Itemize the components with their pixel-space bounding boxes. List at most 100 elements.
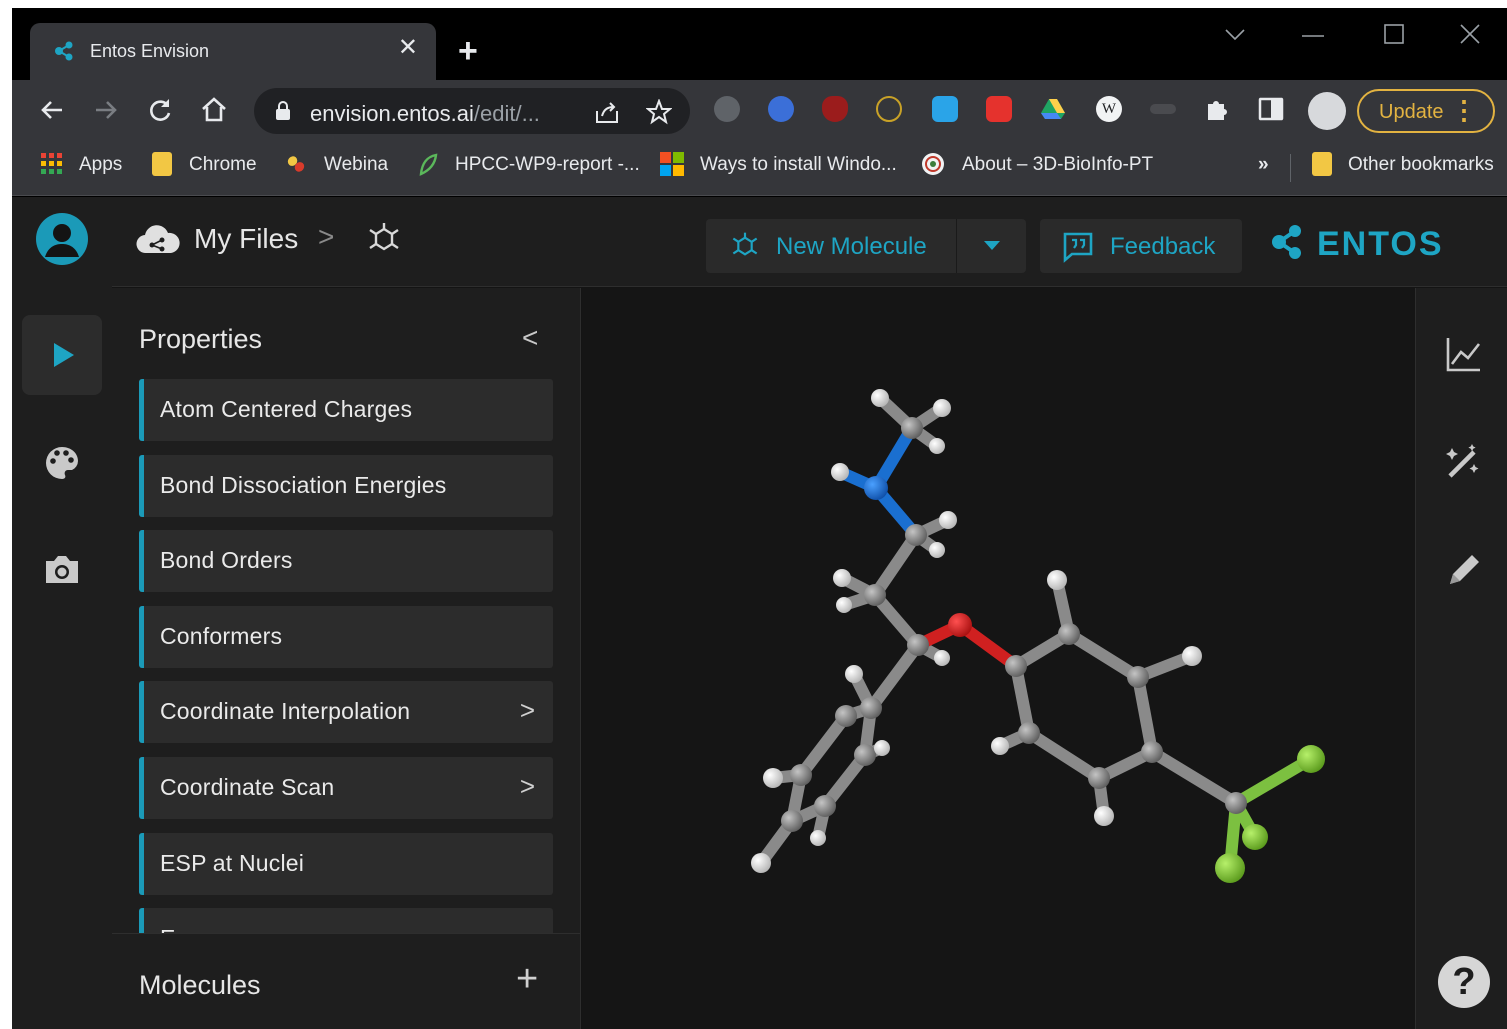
- folder-icon: [152, 152, 172, 176]
- property-label: ESP at Nuclei: [160, 849, 305, 876]
- collapse-panel-icon[interactable]: <: [522, 322, 538, 354]
- property-label: Bond Dissociation Energies: [160, 471, 447, 498]
- extension-glasses-icon[interactable]: [714, 96, 740, 122]
- tab-search-icon[interactable]: [1224, 28, 1246, 42]
- extension-window-icon[interactable]: [932, 96, 958, 122]
- property-label: E: [160, 925, 176, 933]
- wikipedia-icon[interactable]: W: [1096, 96, 1122, 122]
- update-button[interactable]: Update ⋮: [1357, 89, 1495, 133]
- property-item[interactable]: Coordinate Interpolation >: [139, 681, 553, 744]
- window-close-icon[interactable]: [1460, 24, 1480, 44]
- menu-dots-icon[interactable]: ⋮: [1451, 97, 1477, 123]
- extensions-puzzle-icon[interactable]: [1204, 96, 1230, 122]
- profile-avatar[interactable]: [1308, 92, 1346, 130]
- feedback-icon: [1063, 232, 1093, 263]
- reload-icon[interactable]: [144, 94, 176, 126]
- bookmarks-divider: [1290, 154, 1291, 182]
- bookmark-3dbioinfo[interactable]: About – 3D-BioInfo-PT: [962, 154, 1153, 176]
- magic-wand-icon[interactable]: [1444, 442, 1484, 482]
- ublock-icon[interactable]: [822, 96, 848, 122]
- property-label: Coordinate Interpolation: [160, 698, 411, 725]
- dropdown-caret-icon[interactable]: [984, 241, 1000, 250]
- add-molecule-icon[interactable]: +: [516, 960, 538, 998]
- molecule-icon[interactable]: [366, 221, 402, 257]
- property-item[interactable]: Bond Dissociation Energies: [139, 454, 553, 517]
- property-item[interactable]: Atom Centered Charges: [139, 379, 553, 441]
- bookmarks-overflow-icon[interactable]: »: [1258, 154, 1269, 176]
- properties-panel: Properties < Atom Centered Charges Bond …: [112, 288, 581, 1029]
- property-item[interactable]: Bond Orders: [139, 530, 553, 593]
- mendeley-icon[interactable]: [986, 96, 1012, 122]
- molecule-render[interactable]: [582, 288, 1415, 1029]
- help-button[interactable]: ?: [1438, 956, 1490, 1008]
- edit-pencil-icon[interactable]: [1444, 550, 1484, 590]
- property-item[interactable]: Coordinate Scan >: [139, 756, 553, 819]
- other-folder-icon: [1312, 152, 1332, 176]
- forward-icon[interactable]: [90, 94, 122, 126]
- side-panel-icon[interactable]: [1258, 96, 1284, 122]
- extension-arrows-icon[interactable]: [876, 96, 902, 122]
- snapshot-button[interactable]: [22, 531, 102, 611]
- feedback-button[interactable]: Feedback: [1040, 219, 1242, 273]
- tab-title: Entos Envision: [90, 41, 210, 61]
- appearance-button[interactable]: [22, 423, 102, 503]
- property-label: Conformers: [160, 622, 283, 649]
- entos-logo: ENTOS: [1272, 225, 1442, 263]
- tab-close-icon[interactable]: ✕: [398, 36, 418, 60]
- bookmark-hpcc[interactable]: HPCC-WP9-report -...: [455, 154, 640, 176]
- entos-favicon-icon: [55, 41, 73, 61]
- property-item[interactable]: E: [139, 908, 553, 933]
- molecule-viewer[interactable]: [582, 288, 1415, 1029]
- leaf-icon: [419, 153, 438, 176]
- site-icon: [922, 153, 944, 175]
- extension-colorful-icon[interactable]: [768, 96, 794, 122]
- feedback-label: Feedback: [1110, 233, 1216, 260]
- home-icon[interactable]: [198, 94, 230, 126]
- maximize-icon[interactable]: [1384, 24, 1404, 44]
- molecules-section: Molecules +: [112, 933, 580, 1029]
- properties-list: Atom Centered Charges Bond Dissociation …: [139, 379, 553, 933]
- tab-strip: Entos Envision ✕ +: [12, 8, 1507, 80]
- update-label: Update: [1379, 101, 1444, 123]
- run-button[interactable]: [22, 315, 102, 395]
- property-label: Bond Orders: [160, 547, 293, 574]
- breadcrumb-my-files[interactable]: My Files: [194, 223, 298, 255]
- bookmark-star-icon[interactable]: [646, 99, 672, 125]
- user-avatar[interactable]: [36, 213, 88, 265]
- entos-logo-mark: [1272, 225, 1301, 259]
- property-label: Atom Centered Charges: [160, 396, 413, 422]
- browser-window: Entos Envision ✕ + envision.entos.ai/edi…: [12, 8, 1507, 1029]
- cloud-files-icon[interactable]: [136, 223, 180, 255]
- url-path: /edit/...: [473, 101, 540, 126]
- new-tab-button[interactable]: +: [458, 34, 478, 68]
- back-icon[interactable]: [36, 94, 68, 126]
- entos-app: My Files > New Molecule Feedback ENTOS P…: [12, 197, 1507, 1029]
- molecules-title: Molecules: [139, 970, 261, 1000]
- property-item[interactable]: ESP at Nuclei: [139, 832, 553, 895]
- bookmark-other[interactable]: Other bookmarks: [1348, 154, 1494, 176]
- app-header: My Files > New Molecule Feedback ENTOS: [112, 197, 1507, 287]
- bookmark-apps[interactable]: Apps: [79, 154, 122, 176]
- google-drive-icon[interactable]: [1040, 96, 1066, 122]
- address-bar[interactable]: envision.entos.ai/edit/...: [254, 88, 690, 134]
- apps-grid-icon: [41, 153, 62, 174]
- palette-icon: [46, 447, 78, 479]
- browser-toolbar: envision.entos.ai/edit/... W Update ⋮: [12, 80, 1507, 140]
- bookmark-webina[interactable]: Webina: [324, 154, 388, 176]
- extension-bar-icon[interactable]: [1150, 104, 1176, 114]
- minimize-icon[interactable]: [1302, 34, 1324, 38]
- left-rail: [12, 197, 112, 1029]
- user-icon: [45, 224, 79, 257]
- browser-tab[interactable]: Entos Envision ✕: [30, 23, 436, 80]
- property-item[interactable]: Conformers: [139, 605, 553, 668]
- chart-icon[interactable]: [1444, 334, 1484, 374]
- bookmark-chrome[interactable]: Chrome: [189, 154, 257, 176]
- bookmark-windows[interactable]: Ways to install Windo...: [700, 154, 897, 176]
- property-label: Coordinate Scan: [160, 773, 335, 800]
- share-icon[interactable]: [594, 99, 620, 125]
- pill-icon: [287, 156, 305, 172]
- new-molecule-button[interactable]: New Molecule: [706, 219, 1026, 273]
- right-rail: ?: [1415, 288, 1507, 1029]
- lock-icon: [276, 101, 290, 120]
- chevron-right-icon: >: [519, 770, 535, 801]
